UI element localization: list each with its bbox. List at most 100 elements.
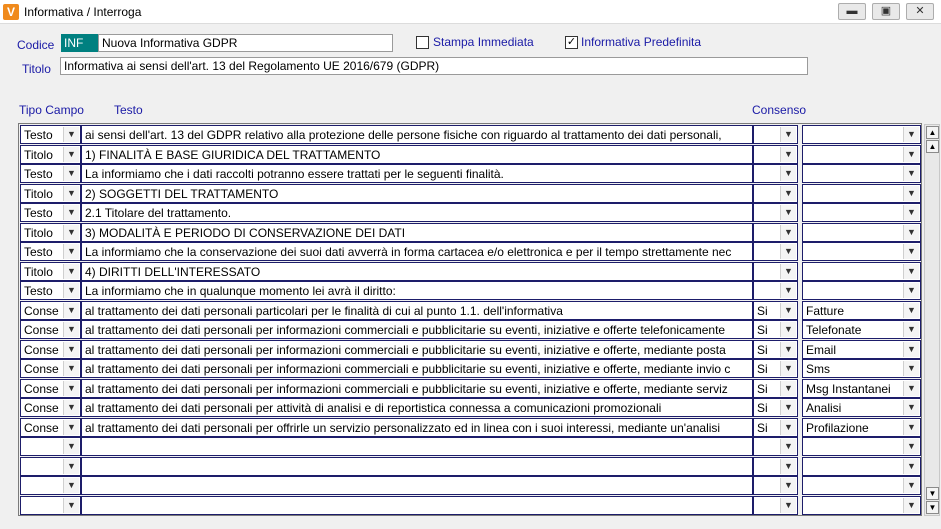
chevron-down-icon[interactable]: ▼ <box>780 146 796 162</box>
testo-field[interactable]: La informiamo che i dati raccolti potran… <box>81 164 753 183</box>
chevron-down-icon[interactable]: ▼ <box>63 166 79 181</box>
consenso-select[interactable]: ▼ <box>753 144 798 164</box>
chevron-down-icon[interactable]: ▼ <box>780 341 796 357</box>
categoria-select[interactable]: Telefonate ▼ <box>802 320 921 339</box>
categoria-select[interactable]: Profilazione ▼ <box>802 417 921 437</box>
minimize-button[interactable]: ▬ <box>838 3 866 20</box>
testo-field[interactable]: 2.1 Titolare del trattamento. <box>81 203 753 222</box>
chevron-down-icon[interactable]: ▼ <box>903 127 919 142</box>
testo-field[interactable]: al trattamento dei dati personali partic… <box>81 300 753 320</box>
tipo-campo-select[interactable]: Conse ▼ <box>20 359 81 378</box>
consenso-select[interactable]: Si ▼ <box>753 398 798 417</box>
categoria-select[interactable]: ▼ <box>802 242 921 261</box>
categoria-select[interactable]: Analisi ▼ <box>802 398 921 417</box>
categoria-select[interactable]: ▼ <box>802 261 921 281</box>
categoria-select[interactable]: Fatture ▼ <box>802 300 921 320</box>
chevron-down-icon[interactable]: ▼ <box>903 380 919 396</box>
chevron-down-icon[interactable]: ▼ <box>780 380 796 396</box>
consenso-select[interactable]: ▼ <box>753 222 798 242</box>
categoria-select[interactable]: ▼ <box>802 164 921 183</box>
tipo-campo-select[interactable]: ▼ <box>20 476 81 495</box>
chevron-down-icon[interactable]: ▼ <box>903 185 919 201</box>
tipo-campo-select[interactable]: Conse ▼ <box>20 320 81 339</box>
tipo-campo-select[interactable]: Conse ▼ <box>20 339 81 359</box>
arrow-down-icon[interactable]: ▼ <box>926 487 939 500</box>
chevron-down-icon[interactable]: ▼ <box>63 341 79 357</box>
categoria-select[interactable]: ▼ <box>802 476 921 495</box>
testo-field[interactable]: al trattamento dei dati personali per in… <box>81 359 753 378</box>
tipo-campo-select[interactable]: ▼ <box>20 456 81 476</box>
chevron-down-icon[interactable]: ▼ <box>780 127 796 142</box>
tipo-campo-select[interactable]: Testo ▼ <box>20 242 81 261</box>
chevron-down-icon[interactable]: ▼ <box>780 419 796 435</box>
chevron-down-icon[interactable]: ▼ <box>903 322 919 337</box>
tipo-campo-select[interactable]: Titolo ▼ <box>20 222 81 242</box>
chevron-down-icon[interactable]: ▼ <box>780 224 796 240</box>
chevron-down-icon[interactable]: ▼ <box>780 185 796 201</box>
chevron-down-icon[interactable]: ▼ <box>780 263 796 279</box>
tipo-campo-select[interactable]: Conse ▼ <box>20 378 81 398</box>
testo-field[interactable]: La informiamo che in qualunque momento l… <box>81 281 753 300</box>
categoria-select[interactable]: ▼ <box>802 125 921 144</box>
consenso-select[interactable]: Si ▼ <box>753 417 798 437</box>
chevron-down-icon[interactable]: ▼ <box>63 458 79 474</box>
grid-scrollbar[interactable]: ▲ ▲ ▼ ▼ <box>924 124 940 516</box>
categoria-select[interactable]: Msg Instantanei ▼ <box>802 378 921 398</box>
consenso-select[interactable]: ▼ <box>753 281 798 300</box>
chevron-down-icon[interactable]: ▼ <box>63 224 79 240</box>
consenso-select[interactable]: Si ▼ <box>753 300 798 320</box>
chevron-down-icon[interactable]: ▼ <box>63 283 79 298</box>
testo-field[interactable]: 2) SOGGETTI DEL TRATTAMENTO <box>81 183 753 203</box>
consenso-select[interactable]: ▼ <box>753 203 798 222</box>
consenso-select[interactable]: ▼ <box>753 261 798 281</box>
tipo-campo-select[interactable]: Testo ▼ <box>20 281 81 300</box>
chevron-down-icon[interactable]: ▼ <box>903 146 919 162</box>
chevron-down-icon[interactable]: ▼ <box>63 302 79 318</box>
testo-field[interactable] <box>81 495 753 515</box>
consenso-select[interactable]: ▼ <box>753 456 798 476</box>
double-arrow-up-icon[interactable]: ▲ <box>926 126 939 139</box>
chevron-down-icon[interactable]: ▼ <box>903 166 919 181</box>
chevron-down-icon[interactable]: ▼ <box>780 205 796 220</box>
categoria-select[interactable]: ▼ <box>802 281 921 300</box>
tipo-campo-select[interactable]: Conse ▼ <box>20 300 81 320</box>
testo-field[interactable] <box>81 437 753 456</box>
categoria-select[interactable]: Email ▼ <box>802 339 921 359</box>
consenso-select[interactable]: ▼ <box>753 437 798 456</box>
consenso-select[interactable]: Si ▼ <box>753 378 798 398</box>
tipo-campo-select[interactable]: Titolo ▼ <box>20 183 81 203</box>
codice-code-field[interactable]: INF <box>61 34 98 52</box>
chevron-down-icon[interactable]: ▼ <box>63 263 79 279</box>
tipo-campo-select[interactable]: Testo ▼ <box>20 125 81 144</box>
chevron-down-icon[interactable]: ▼ <box>780 400 796 415</box>
consenso-select[interactable]: ▼ <box>753 495 798 515</box>
tipo-campo-select[interactable]: ▼ <box>20 437 81 456</box>
chevron-down-icon[interactable]: ▼ <box>63 380 79 396</box>
consenso-select[interactable]: Si ▼ <box>753 339 798 359</box>
chevron-down-icon[interactable]: ▼ <box>903 302 919 318</box>
chevron-down-icon[interactable]: ▼ <box>63 322 79 337</box>
testo-field[interactable]: 4) DIRITTI DELL'INTERESSATO <box>81 261 753 281</box>
testo-field[interactable] <box>81 456 753 476</box>
chevron-down-icon[interactable]: ▼ <box>903 400 919 415</box>
testo-field[interactable]: al trattamento dei dati personali per in… <box>81 378 753 398</box>
consenso-select[interactable]: ▼ <box>753 476 798 495</box>
chevron-down-icon[interactable]: ▼ <box>63 244 79 259</box>
chevron-down-icon[interactable]: ▼ <box>63 146 79 162</box>
chevron-down-icon[interactable]: ▼ <box>903 439 919 454</box>
consenso-select[interactable]: ▼ <box>753 164 798 183</box>
chevron-down-icon[interactable]: ▼ <box>63 478 79 493</box>
categoria-select[interactable]: ▼ <box>802 183 921 203</box>
testo-field[interactable]: al trattamento dei dati personali per in… <box>81 320 753 339</box>
double-arrow-down-icon[interactable]: ▼ <box>926 501 939 514</box>
categoria-select[interactable]: ▼ <box>802 495 921 515</box>
chevron-down-icon[interactable]: ▼ <box>903 244 919 259</box>
chevron-down-icon[interactable]: ▼ <box>63 185 79 201</box>
chevron-down-icon[interactable]: ▼ <box>903 224 919 240</box>
chevron-down-icon[interactable]: ▼ <box>780 166 796 181</box>
chevron-down-icon[interactable]: ▼ <box>903 341 919 357</box>
consenso-select[interactable]: ▼ <box>753 242 798 261</box>
chevron-down-icon[interactable]: ▼ <box>780 497 796 513</box>
chevron-down-icon[interactable]: ▼ <box>780 361 796 376</box>
tipo-campo-select[interactable]: Titolo ▼ <box>20 261 81 281</box>
